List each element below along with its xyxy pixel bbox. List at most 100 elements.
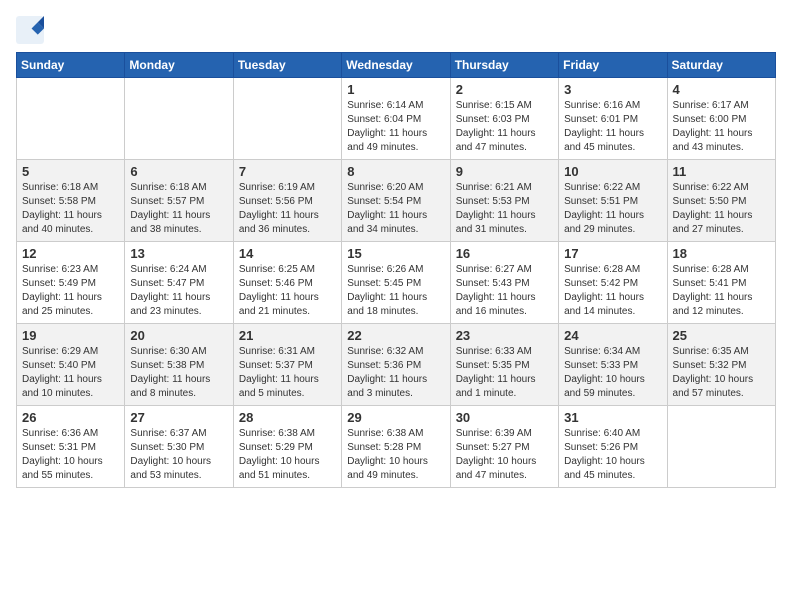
day-number: 25 [673, 328, 770, 343]
day-number: 15 [347, 246, 444, 261]
calendar-cell: 14 Sunrise: 6:25 AM Sunset: 5:46 PM Dayli… [233, 242, 341, 324]
logo [16, 16, 48, 44]
day-info: Sunrise: 6:33 AM Sunset: 5:35 PM Dayligh… [456, 345, 553, 401]
day-number: 11 [673, 164, 770, 179]
calendar-cell [233, 78, 341, 160]
day-info: Sunrise: 6:38 AM Sunset: 5:28 PM Dayligh… [347, 427, 444, 483]
day-info: Sunrise: 6:29 AM Sunset: 5:40 PM Dayligh… [22, 345, 119, 401]
day-header-tuesday: Tuesday [233, 53, 341, 78]
day-info: Sunrise: 6:27 AM Sunset: 5:43 PM Dayligh… [456, 263, 553, 319]
calendar-week-row: 19 Sunrise: 6:29 AM Sunset: 5:40 PM Dayli… [17, 324, 776, 406]
day-info: Sunrise: 6:26 AM Sunset: 5:45 PM Dayligh… [347, 263, 444, 319]
day-info: Sunrise: 6:28 AM Sunset: 5:42 PM Dayligh… [564, 263, 661, 319]
day-info: Sunrise: 6:22 AM Sunset: 5:51 PM Dayligh… [564, 181, 661, 237]
day-number: 12 [22, 246, 119, 261]
calendar-cell: 30 Sunrise: 6:39 AM Sunset: 5:27 PM Dayli… [450, 406, 558, 488]
calendar-cell: 17 Sunrise: 6:28 AM Sunset: 5:42 PM Dayli… [559, 242, 667, 324]
calendar-week-row: 12 Sunrise: 6:23 AM Sunset: 5:49 PM Dayli… [17, 242, 776, 324]
calendar-cell: 24 Sunrise: 6:34 AM Sunset: 5:33 PM Dayli… [559, 324, 667, 406]
calendar-cell: 12 Sunrise: 6:23 AM Sunset: 5:49 PM Dayli… [17, 242, 125, 324]
calendar-cell: 29 Sunrise: 6:38 AM Sunset: 5:28 PM Dayli… [342, 406, 450, 488]
day-number: 24 [564, 328, 661, 343]
day-number: 18 [673, 246, 770, 261]
day-number: 3 [564, 82, 661, 97]
day-header-friday: Friday [559, 53, 667, 78]
calendar-header-row: SundayMondayTuesdayWednesdayThursdayFrid… [17, 53, 776, 78]
day-header-wednesday: Wednesday [342, 53, 450, 78]
day-header-saturday: Saturday [667, 53, 775, 78]
day-number: 17 [564, 246, 661, 261]
calendar-cell: 16 Sunrise: 6:27 AM Sunset: 5:43 PM Dayli… [450, 242, 558, 324]
day-info: Sunrise: 6:17 AM Sunset: 6:00 PM Dayligh… [673, 99, 770, 155]
calendar-cell: 13 Sunrise: 6:24 AM Sunset: 5:47 PM Dayli… [125, 242, 233, 324]
day-info: Sunrise: 6:19 AM Sunset: 5:56 PM Dayligh… [239, 181, 336, 237]
calendar-cell: 5 Sunrise: 6:18 AM Sunset: 5:58 PM Daylig… [17, 160, 125, 242]
day-number: 27 [130, 410, 227, 425]
day-number: 13 [130, 246, 227, 261]
calendar-cell: 28 Sunrise: 6:38 AM Sunset: 5:29 PM Dayli… [233, 406, 341, 488]
day-number: 30 [456, 410, 553, 425]
day-number: 22 [347, 328, 444, 343]
day-number: 14 [239, 246, 336, 261]
day-number: 9 [456, 164, 553, 179]
day-info: Sunrise: 6:38 AM Sunset: 5:29 PM Dayligh… [239, 427, 336, 483]
calendar-cell: 3 Sunrise: 6:16 AM Sunset: 6:01 PM Daylig… [559, 78, 667, 160]
calendar-cell [17, 78, 125, 160]
day-info: Sunrise: 6:34 AM Sunset: 5:33 PM Dayligh… [564, 345, 661, 401]
day-number: 29 [347, 410, 444, 425]
day-info: Sunrise: 6:14 AM Sunset: 6:04 PM Dayligh… [347, 99, 444, 155]
day-info: Sunrise: 6:25 AM Sunset: 5:46 PM Dayligh… [239, 263, 336, 319]
day-number: 10 [564, 164, 661, 179]
calendar-cell: 15 Sunrise: 6:26 AM Sunset: 5:45 PM Dayli… [342, 242, 450, 324]
day-number: 7 [239, 164, 336, 179]
calendar-cell: 27 Sunrise: 6:37 AM Sunset: 5:30 PM Dayli… [125, 406, 233, 488]
day-info: Sunrise: 6:24 AM Sunset: 5:47 PM Dayligh… [130, 263, 227, 319]
calendar-cell: 2Sunrise: 6:15 AM Sunset: 6:03 PM Daylig… [450, 78, 558, 160]
day-header-sunday: Sunday [17, 53, 125, 78]
day-number: 19 [22, 328, 119, 343]
day-info: Sunrise: 6:20 AM Sunset: 5:54 PM Dayligh… [347, 181, 444, 237]
calendar-cell: 7 Sunrise: 6:19 AM Sunset: 5:56 PM Daylig… [233, 160, 341, 242]
day-number: 6 [130, 164, 227, 179]
day-info: Sunrise: 6:18 AM Sunset: 5:58 PM Dayligh… [22, 181, 119, 237]
day-info: Sunrise: 6:23 AM Sunset: 5:49 PM Dayligh… [22, 263, 119, 319]
day-number: 28 [239, 410, 336, 425]
calendar-cell: 19 Sunrise: 6:29 AM Sunset: 5:40 PM Dayli… [17, 324, 125, 406]
calendar-cell: 11 Sunrise: 6:22 AM Sunset: 5:50 PM Dayli… [667, 160, 775, 242]
calendar-week-row: 26Sunrise: 6:36 AM Sunset: 5:31 PM Dayli… [17, 406, 776, 488]
calendar-cell: 23 Sunrise: 6:33 AM Sunset: 5:35 PM Dayli… [450, 324, 558, 406]
calendar-cell: 31Sunrise: 6:40 AM Sunset: 5:26 PM Dayli… [559, 406, 667, 488]
day-info: Sunrise: 6:35 AM Sunset: 5:32 PM Dayligh… [673, 345, 770, 401]
day-info: Sunrise: 6:37 AM Sunset: 5:30 PM Dayligh… [130, 427, 227, 483]
day-number: 16 [456, 246, 553, 261]
calendar-cell: 18Sunrise: 6:28 AM Sunset: 5:41 PM Dayli… [667, 242, 775, 324]
day-number: 20 [130, 328, 227, 343]
page-header [16, 16, 776, 44]
logo-icon [16, 16, 44, 44]
day-number: 5 [22, 164, 119, 179]
calendar-cell: 26Sunrise: 6:36 AM Sunset: 5:31 PM Dayli… [17, 406, 125, 488]
day-info: Sunrise: 6:18 AM Sunset: 5:57 PM Dayligh… [130, 181, 227, 237]
day-number: 4 [673, 82, 770, 97]
day-info: Sunrise: 6:22 AM Sunset: 5:50 PM Dayligh… [673, 181, 770, 237]
calendar-cell: 25 Sunrise: 6:35 AM Sunset: 5:32 PM Dayli… [667, 324, 775, 406]
day-header-thursday: Thursday [450, 53, 558, 78]
day-number: 31 [564, 410, 661, 425]
calendar-cell: 10 Sunrise: 6:22 AM Sunset: 5:51 PM Dayli… [559, 160, 667, 242]
calendar-cell: 6 Sunrise: 6:18 AM Sunset: 5:57 PM Daylig… [125, 160, 233, 242]
day-number: 23 [456, 328, 553, 343]
calendar-cell: 21Sunrise: 6:31 AM Sunset: 5:37 PM Dayli… [233, 324, 341, 406]
day-info: Sunrise: 6:16 AM Sunset: 6:01 PM Dayligh… [564, 99, 661, 155]
calendar-cell: 8 Sunrise: 6:20 AM Sunset: 5:54 PM Daylig… [342, 160, 450, 242]
day-header-monday: Monday [125, 53, 233, 78]
calendar-cell: 1 Sunrise: 6:14 AM Sunset: 6:04 PM Daylig… [342, 78, 450, 160]
day-info: Sunrise: 6:32 AM Sunset: 5:36 PM Dayligh… [347, 345, 444, 401]
day-number: 8 [347, 164, 444, 179]
calendar-cell: 22 Sunrise: 6:32 AM Sunset: 5:36 PM Dayli… [342, 324, 450, 406]
calendar-cell: 9Sunrise: 6:21 AM Sunset: 5:53 PM Daylig… [450, 160, 558, 242]
day-number: 26 [22, 410, 119, 425]
calendar-table: SundayMondayTuesdayWednesdayThursdayFrid… [16, 52, 776, 488]
day-number: 1 [347, 82, 444, 97]
day-info: Sunrise: 6:30 AM Sunset: 5:38 PM Dayligh… [130, 345, 227, 401]
day-info: Sunrise: 6:39 AM Sunset: 5:27 PM Dayligh… [456, 427, 553, 483]
